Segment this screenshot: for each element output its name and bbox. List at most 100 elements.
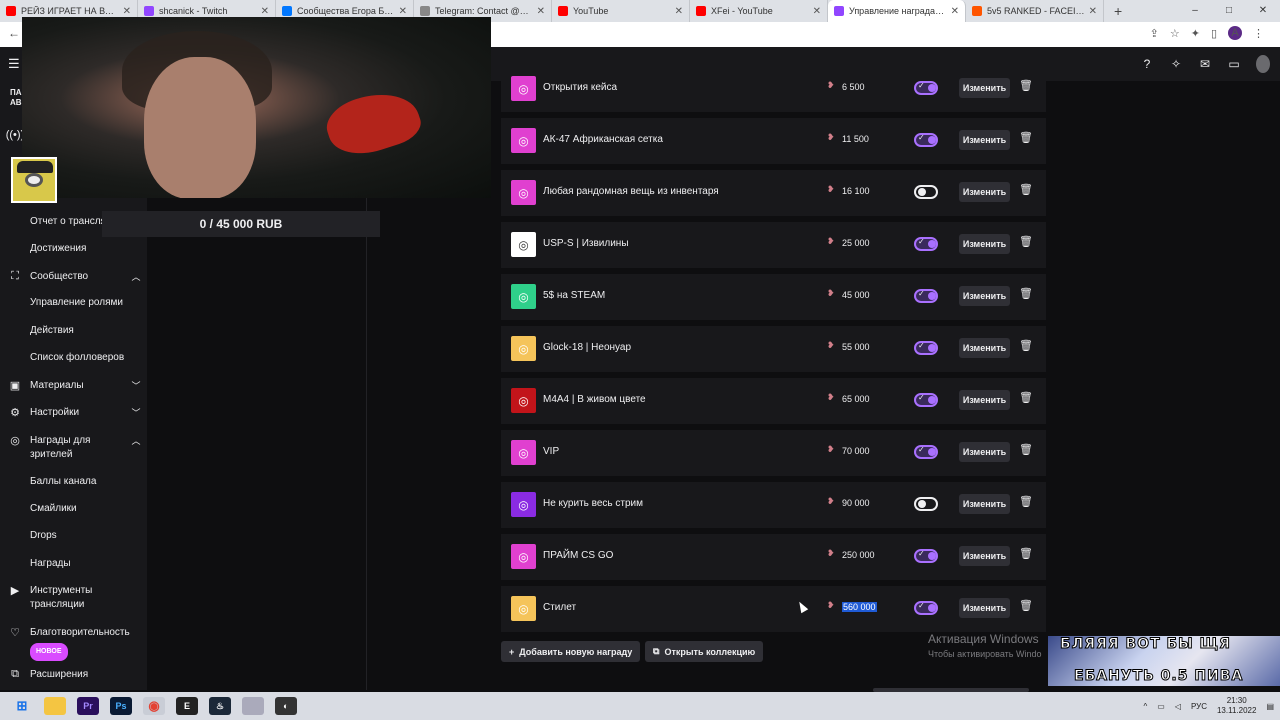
trash-icon[interactable]: 🗑: [1019, 495, 1033, 508]
close-window-icon[interactable]: ✕: [1246, 0, 1280, 22]
edit-reward-button[interactable]: Изменить: [959, 338, 1010, 358]
tray-chevron-icon[interactable]: ^: [1143, 702, 1147, 711]
volume-icon[interactable]: ◁: [1175, 702, 1181, 711]
edit-reward-button[interactable]: Изменить: [959, 234, 1010, 254]
browser-tab[interactable]: Управление наградами и ✕: [828, 0, 966, 22]
reward-enabled-toggle[interactable]: ✓: [914, 289, 938, 303]
help-icon[interactable]: ?: [1140, 57, 1154, 71]
system-clock[interactable]: 21:30 13.11.2022: [1217, 696, 1256, 716]
sidebar-item-channel-points[interactable]: Баллы канала: [30, 476, 96, 487]
edit-reward-button[interactable]: Изменить: [959, 390, 1010, 410]
sidebar-item-roles[interactable]: Управление ролями: [30, 297, 123, 308]
obs-icon[interactable]: ◐: [275, 697, 297, 715]
trash-icon[interactable]: 🗑: [1019, 235, 1033, 248]
reward-enabled-toggle[interactable]: ✓: [914, 601, 938, 615]
trash-icon[interactable]: 🗑: [1019, 339, 1033, 352]
sidebar-item-emotes[interactable]: Смайлики: [30, 503, 77, 514]
profile-avatar[interactable]: A: [1228, 26, 1242, 40]
tab-close-icon[interactable]: ✕: [951, 6, 959, 17]
menu-dots-icon[interactable]: ⋮: [1253, 27, 1264, 40]
trash-icon[interactable]: 🗑: [1019, 131, 1033, 144]
network-icon[interactable]: ▭: [1157, 702, 1165, 711]
sidebar-item-stream-tools[interactable]: ▶ Инструменты трансляции: [0, 584, 147, 612]
reward-enabled-toggle[interactable]: ✓: [914, 81, 938, 95]
sidebar-item-achievements[interactable]: Достижения: [30, 243, 86, 254]
tab-close-icon[interactable]: ✕: [537, 6, 545, 17]
edit-reward-button[interactable]: Изменить: [959, 78, 1010, 98]
reward-icon: ◎: [511, 76, 536, 101]
reward-icon: ◎: [511, 232, 536, 257]
tab-close-icon[interactable]: ✕: [261, 6, 269, 17]
steam-icon[interactable]: ♨: [209, 697, 231, 715]
reward-enabled-toggle[interactable]: ✓: [914, 341, 938, 355]
edit-reward-button[interactable]: Изменить: [959, 494, 1010, 514]
sidebar-item-drops[interactable]: Drops: [30, 530, 57, 541]
trash-icon[interactable]: 🗑: [1019, 443, 1033, 456]
back-arrow-icon[interactable]: ←: [8, 26, 20, 40]
reward-enabled-toggle[interactable]: ✓: [914, 133, 938, 147]
trash-icon[interactable]: 🗑: [1019, 183, 1033, 196]
reward-enabled-toggle[interactable]: ✓: [914, 445, 938, 459]
sidebar-item-community[interactable]: ⛶ Сообщество ︿: [0, 270, 147, 284]
trash-icon[interactable]: 🗑: [1019, 287, 1033, 300]
open-collection-button[interactable]: ⧉ Открыть коллекцию: [645, 641, 764, 662]
reward-icon: ◎: [511, 336, 536, 361]
trash-icon[interactable]: 🗑: [1019, 391, 1033, 404]
bookmark-star-icon[interactable]: ☆: [1170, 27, 1180, 40]
sidebar-item-viewer-rewards[interactable]: ◎ Награды для зрителей ︿: [0, 434, 147, 462]
trash-icon[interactable]: 🗑: [1019, 547, 1033, 560]
tab-close-icon[interactable]: ✕: [675, 6, 683, 17]
user-avatar[interactable]: [1256, 55, 1270, 73]
edit-reward-button[interactable]: Изменить: [959, 182, 1010, 202]
trash-icon[interactable]: 🗑: [1019, 599, 1033, 612]
new-tab-button[interactable]: +: [1104, 0, 1132, 22]
premiere-pro-icon[interactable]: Pr: [77, 697, 99, 715]
reward-cost: 55 000: [842, 342, 870, 352]
sidebar-item-activity[interactable]: Действия: [30, 325, 74, 336]
sidepanel-icon[interactable]: ▯: [1211, 27, 1217, 40]
extensions-icon[interactable]: ✦: [1191, 27, 1200, 40]
sidebar-item-followers[interactable]: Список фолловеров: [30, 352, 124, 363]
reward-row: ◎ VIP ❥ 70 000 ✓ Изменить 🗑: [501, 430, 1046, 476]
maximize-icon[interactable]: □: [1212, 0, 1246, 22]
reward-enabled-toggle[interactable]: ✓: [914, 237, 938, 251]
tab-close-icon[interactable]: ✕: [813, 6, 821, 17]
sidebar-item-content[interactable]: ▣ Материалы ﹀: [0, 379, 147, 393]
browser-tab[interactable]: YouTube ✕: [552, 0, 690, 22]
tab-close-icon[interactable]: ✕: [1089, 6, 1097, 17]
epic-games-icon[interactable]: E: [176, 697, 198, 715]
minimize-icon[interactable]: –: [1178, 0, 1212, 22]
reward-enabled-toggle[interactable]: ✓: [914, 549, 938, 563]
sidebar-item-rewards[interactable]: Награды: [30, 558, 71, 569]
reward-row: ◎ АК-47 Африканская сетка ❥ 11 500 ✓ Изменить…: [501, 118, 1046, 164]
sidebar-item-settings[interactable]: ⚙ Настройки ﹀: [0, 406, 147, 420]
edit-reward-button[interactable]: Изменить: [959, 286, 1010, 306]
hamburger-menu-icon[interactable]: ☰: [8, 56, 20, 72]
mail-icon[interactable]: ✉: [1198, 57, 1212, 71]
edit-reward-button[interactable]: Изменить: [959, 546, 1010, 566]
file-explorer-icon[interactable]: [44, 697, 66, 715]
app-icon[interactable]: [242, 697, 264, 715]
reward-enabled-toggle[interactable]: ✓: [914, 393, 938, 407]
tab-close-icon[interactable]: ✕: [123, 6, 131, 17]
sidebar-item-charity[interactable]: ♡ Благотворительность НОВОЕ: [0, 626, 147, 661]
chrome-icon[interactable]: ◉: [143, 697, 165, 715]
share-icon[interactable]: ⇪: [1150, 27, 1159, 40]
add-reward-button[interactable]: + Добавить новую награду: [501, 641, 641, 662]
reward-enabled-toggle[interactable]: [914, 497, 938, 511]
photoshop-icon[interactable]: Ps: [110, 697, 132, 715]
browser-tab[interactable]: XFei - YouTube ✕: [690, 0, 828, 22]
edit-reward-button[interactable]: Изменить: [959, 130, 1010, 150]
sidebar-item-extensions[interactable]: ⧉ Расширения: [0, 668, 147, 682]
edit-reward-button[interactable]: Изменить: [959, 442, 1010, 462]
chat-bubble-icon[interactable]: ▭: [1227, 57, 1241, 71]
windows-start-icon[interactable]: ⊞: [11, 697, 33, 715]
browser-tab[interactable]: 5v5 RANKED - FACEIT.com ✕: [966, 0, 1104, 22]
trash-icon[interactable]: 🗑: [1019, 79, 1033, 92]
sparkle-icon[interactable]: ✧: [1169, 57, 1183, 71]
reward-enabled-toggle[interactable]: [914, 185, 938, 199]
notifications-icon[interactable]: ▤: [1266, 702, 1274, 711]
edit-reward-button[interactable]: Изменить: [959, 598, 1010, 618]
tab-close-icon[interactable]: ✕: [399, 6, 407, 17]
keyboard-language[interactable]: РУС: [1191, 702, 1207, 711]
